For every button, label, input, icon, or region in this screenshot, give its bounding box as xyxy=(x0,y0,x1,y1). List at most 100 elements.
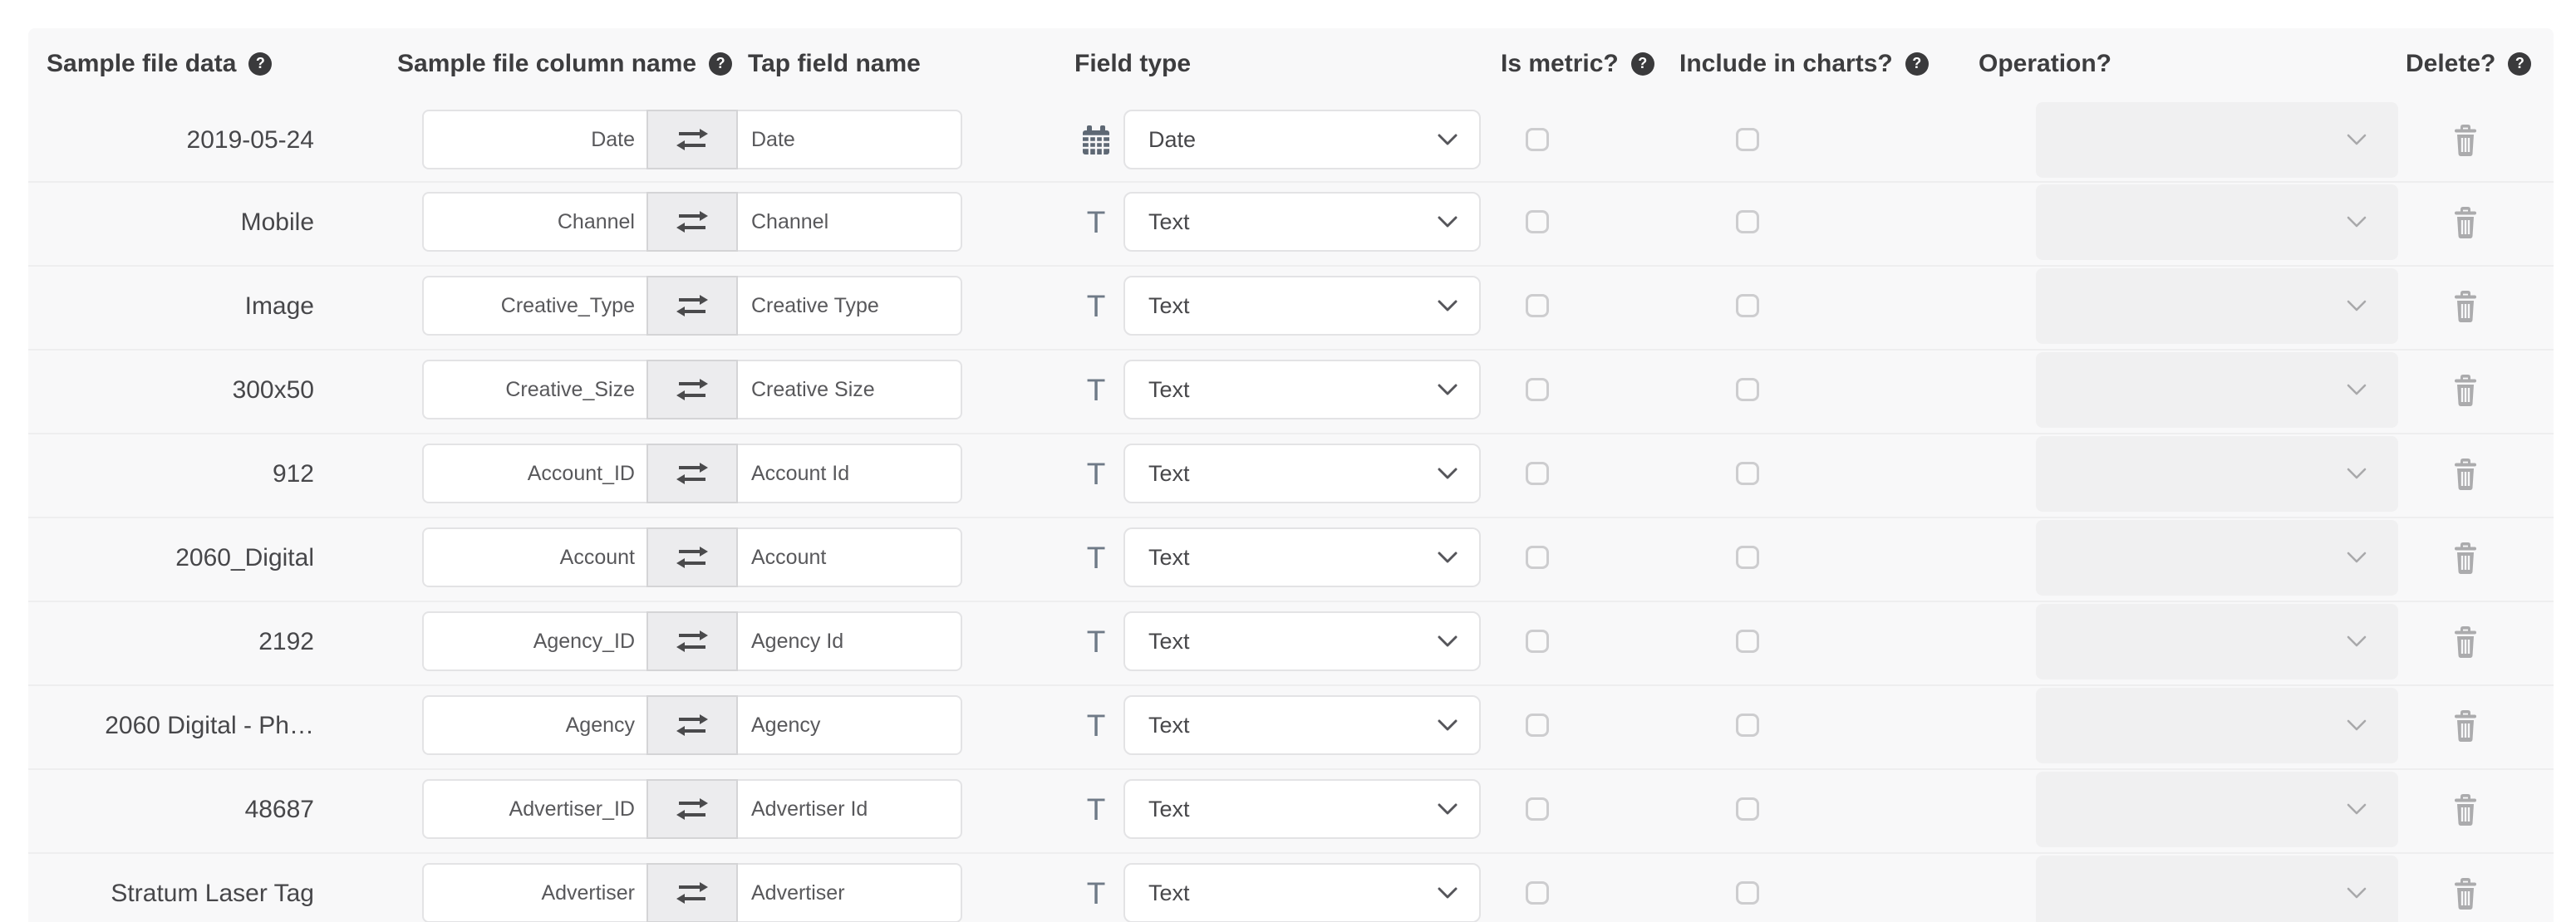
tap-field-input[interactable] xyxy=(738,779,962,839)
field-type-select[interactable]: Text xyxy=(1123,192,1481,252)
delete-button[interactable] xyxy=(2441,99,2490,181)
chevron-down-icon xyxy=(1438,134,1458,145)
sample-file-column-input[interactable] xyxy=(422,779,646,839)
is-metric-checkbox[interactable] xyxy=(1526,462,1549,485)
sample-file-column-input[interactable] xyxy=(422,695,646,755)
is-metric-checkbox[interactable] xyxy=(1526,881,1549,905)
field-type-select[interactable]: Text xyxy=(1123,611,1481,671)
sample-file-column-input[interactable] xyxy=(422,527,646,587)
tap-field-input[interactable] xyxy=(738,611,962,671)
sample-file-column-input[interactable] xyxy=(422,863,646,922)
sample-file-column-input[interactable] xyxy=(422,110,646,169)
include-in-charts-checkbox[interactable] xyxy=(1736,714,1759,737)
include-in-charts-checkbox[interactable] xyxy=(1736,630,1759,653)
operation-select xyxy=(2036,520,2398,596)
operation-select xyxy=(2036,184,2398,260)
delete-button[interactable] xyxy=(2441,684,2490,767)
tap-field-input[interactable] xyxy=(738,863,962,922)
help-icon[interactable]: ? xyxy=(248,51,273,76)
tap-field-input[interactable] xyxy=(738,527,962,587)
column-header-field-type: Field type xyxy=(1074,28,1191,99)
tap-field-input[interactable] xyxy=(738,695,962,755)
help-icon[interactable]: ? xyxy=(2508,51,2532,76)
swap-button[interactable] xyxy=(646,611,738,671)
swap-button[interactable] xyxy=(646,779,738,839)
swap-button[interactable] xyxy=(646,527,738,587)
tap-field-input[interactable] xyxy=(738,360,962,419)
field-type-select[interactable]: Text xyxy=(1123,863,1481,922)
column-mapping-group xyxy=(422,444,962,503)
help-icon[interactable]: ? xyxy=(1905,51,1929,76)
delete-button[interactable] xyxy=(2441,852,2490,922)
mapping-row: 48687 Advertiser_ID Advertiser Id T Text xyxy=(28,768,2554,852)
include-in-charts-checkbox[interactable] xyxy=(1736,210,1759,233)
help-icon[interactable]: ? xyxy=(1630,51,1654,76)
is-metric-checkbox[interactable] xyxy=(1526,797,1549,821)
sample-file-column-input[interactable] xyxy=(422,276,646,336)
tap-field-input[interactable] xyxy=(738,110,962,169)
swap-button[interactable] xyxy=(646,192,738,252)
is-metric-checkbox[interactable] xyxy=(1526,378,1549,401)
delete-button[interactable] xyxy=(2441,768,2490,851)
field-type-select[interactable]: Text xyxy=(1123,527,1481,587)
include-in-charts-checkbox[interactable] xyxy=(1736,462,1759,485)
sample-file-column-input[interactable] xyxy=(422,360,646,419)
tap-field-input[interactable] xyxy=(738,276,962,336)
swap-icon xyxy=(676,547,708,568)
sample-file-column-input[interactable] xyxy=(422,611,646,671)
column-header-tap-field-name: Tap field name xyxy=(748,28,921,99)
is-metric-checkbox[interactable] xyxy=(1526,294,1549,317)
operation-select xyxy=(2036,436,2398,512)
delete-button[interactable] xyxy=(2441,349,2490,431)
sample-file-data-value: 2192 xyxy=(258,627,314,655)
field-type-selected-value: Text xyxy=(1148,460,1190,486)
chevron-down-icon xyxy=(2347,216,2367,228)
mapping-row: Stratum Laser Tag Advertiser Advertiser … xyxy=(28,852,2554,922)
tap-field-input[interactable] xyxy=(738,444,962,503)
field-type-select[interactable]: Text xyxy=(1123,276,1481,336)
include-in-charts-checkbox[interactable] xyxy=(1736,546,1759,569)
field-type-select[interactable]: Date xyxy=(1123,110,1481,169)
column-mapping-group xyxy=(422,611,962,671)
is-metric-checkbox[interactable] xyxy=(1526,210,1549,233)
field-type-select[interactable]: Text xyxy=(1123,695,1481,755)
is-metric-checkbox[interactable] xyxy=(1526,630,1549,653)
sample-file-column-input[interactable] xyxy=(422,192,646,252)
chevron-down-icon xyxy=(2347,803,2367,815)
delete-button[interactable] xyxy=(2441,517,2490,599)
swap-button[interactable] xyxy=(646,444,738,503)
field-type-select[interactable]: Text xyxy=(1123,779,1481,839)
delete-button[interactable] xyxy=(2441,181,2490,263)
chevron-down-icon xyxy=(1438,719,1458,730)
column-header-label: Delete? xyxy=(2406,49,2496,77)
swap-button[interactable] xyxy=(646,110,738,169)
swap-button[interactable] xyxy=(646,360,738,419)
column-mapping-group xyxy=(422,527,962,587)
text-icon: T xyxy=(1086,876,1106,910)
swap-button[interactable] xyxy=(646,276,738,336)
is-metric-checkbox[interactable] xyxy=(1526,128,1549,151)
delete-button[interactable] xyxy=(2441,601,2490,683)
include-in-charts-checkbox[interactable] xyxy=(1736,881,1759,905)
include-in-charts-checkbox[interactable] xyxy=(1736,294,1759,317)
field-type-select[interactable]: Text xyxy=(1123,444,1481,503)
field-type-select[interactable]: Text xyxy=(1123,360,1481,419)
swap-icon xyxy=(676,211,708,233)
tap-field-input[interactable] xyxy=(738,192,962,252)
include-in-charts-checkbox[interactable] xyxy=(1736,128,1759,151)
is-metric-checkbox[interactable] xyxy=(1526,714,1549,737)
column-header-operation: Operation? xyxy=(1979,28,2111,99)
help-icon[interactable]: ? xyxy=(709,51,733,76)
swap-button[interactable] xyxy=(646,695,738,755)
delete-button[interactable] xyxy=(2441,433,2490,515)
delete-button[interactable] xyxy=(2441,265,2490,347)
swap-button[interactable] xyxy=(646,863,738,922)
text-icon: T xyxy=(1086,541,1106,575)
column-mapping-group xyxy=(422,695,962,755)
text-icon: T xyxy=(1086,625,1106,659)
is-metric-checkbox[interactable] xyxy=(1526,546,1549,569)
chevron-down-icon xyxy=(2347,719,2367,731)
include-in-charts-checkbox[interactable] xyxy=(1736,378,1759,401)
include-in-charts-checkbox[interactable] xyxy=(1736,797,1759,821)
sample-file-column-input[interactable] xyxy=(422,444,646,503)
